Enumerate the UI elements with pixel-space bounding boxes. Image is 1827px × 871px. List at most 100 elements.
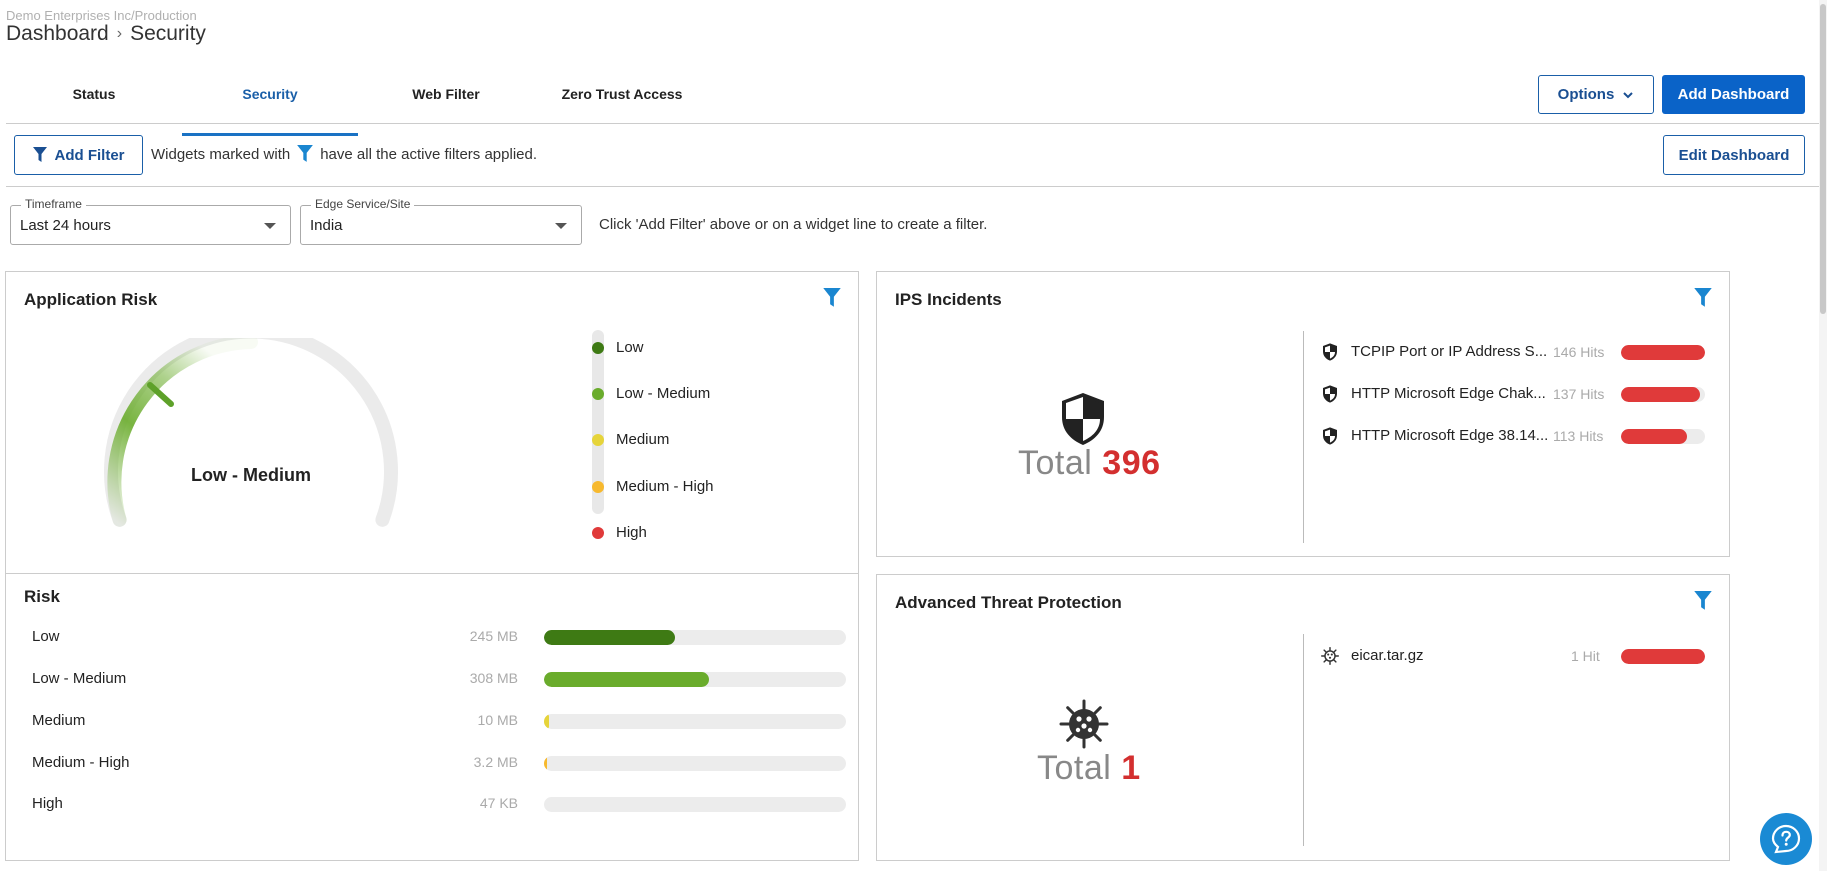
edit-dashboard-button[interactable]: Edit Dashboard — [1663, 135, 1805, 175]
page-scrollbar[interactable] — [1819, 0, 1827, 871]
legend-label: Low — [616, 339, 644, 356]
caret-down-icon — [555, 223, 567, 229]
risk-row[interactable]: Low 245 MB — [32, 627, 846, 647]
legend-item-low-medium: Low - Medium — [592, 385, 710, 402]
org-path: Demo Enterprises Inc/Production — [6, 8, 197, 23]
incident-row[interactable]: HTTP Microsoft Edge Chak... 137 Hits — [1321, 384, 1705, 404]
risk-row[interactable]: High 47 KB — [32, 794, 846, 814]
risk-size: 10 MB — [477, 712, 518, 728]
widget-title: IPS Incidents — [895, 290, 1002, 309]
incident-row[interactable]: TCPIP Port or IP Address S... 146 Hits — [1321, 342, 1705, 362]
legend-item-low: Low — [592, 339, 644, 356]
filter-divider — [6, 186, 1821, 187]
options-button[interactable]: Options — [1538, 75, 1654, 114]
legend-dot — [592, 341, 604, 354]
tab-security[interactable]: Security — [182, 76, 358, 136]
gauge-track — [104, 338, 398, 527]
legend-dot — [592, 387, 604, 400]
risk-size: 308 MB — [469, 670, 518, 686]
filter-note-after: have all the active filters applied. — [320, 145, 538, 163]
total-value: 1 — [1121, 749, 1141, 787]
hits-bar-track — [1621, 345, 1705, 360]
virus-icon — [1059, 699, 1109, 749]
breadcrumb-separator: › — [116, 25, 123, 42]
risk-size: 245 MB — [469, 628, 518, 644]
legend-label: Medium - High — [616, 478, 714, 495]
funnel-icon[interactable] — [822, 288, 842, 308]
legend-item-high: High — [592, 524, 647, 541]
risk-bar-fill — [544, 756, 548, 771]
total-label: Total — [1037, 749, 1112, 787]
risk-bar-fill — [544, 630, 676, 645]
breadcrumb: Dashboard › Security — [6, 22, 206, 46]
legend-item-medium: Medium — [592, 431, 669, 448]
threat-row[interactable]: eicar.tar.gz 1 Hit — [1321, 646, 1705, 666]
risk-row[interactable]: Low - Medium 308 MB — [32, 669, 846, 689]
risk-name: Medium — [32, 712, 86, 729]
funnel-icon[interactable] — [1693, 288, 1713, 308]
shield-icon — [1323, 427, 1337, 445]
site-select[interactable]: Edge Service/Site India — [300, 197, 582, 245]
hits-bar-fill — [1621, 429, 1687, 444]
scrollbar-thumb[interactable] — [1820, 4, 1826, 314]
risk-widget: Risk Low 245 MB Low - Medium 308 MB Medium… — [5, 573, 859, 861]
hits-bar-fill — [1621, 649, 1705, 664]
filter-note: Widgets marked with have all the active … — [151, 145, 537, 163]
risk-name: Low — [32, 628, 60, 645]
timeframe-value: Last 24 hours — [20, 217, 111, 234]
gauge-value: Low - Medium — [191, 465, 311, 485]
funnel-icon — [297, 145, 314, 162]
incident-hits: 146 Hits — [1553, 344, 1605, 360]
tab-zero-trust-access[interactable]: Zero Trust Access — [534, 76, 710, 124]
advanced-threat-protection-widget: Advanced Threat Protection Total 1 eicar… — [876, 574, 1730, 861]
hits-bar-fill — [1621, 387, 1700, 402]
filter-hint: Click 'Add Filter' above or on a widget … — [599, 216, 988, 233]
risk-bar-fill — [544, 714, 550, 729]
hits-bar-track — [1621, 387, 1705, 402]
help-button[interactable] — [1760, 813, 1812, 865]
filter-note-before: Widgets marked with — [151, 145, 291, 163]
risk-row[interactable]: Medium 10 MB — [32, 711, 846, 731]
incident-hits: 113 Hits — [1553, 428, 1604, 444]
caret-down-icon — [264, 223, 276, 229]
risk-name: Low - Medium — [32, 670, 127, 687]
risk-name: Medium - High — [32, 754, 130, 771]
ips-incidents-widget: IPS Incidents Total 396 TCPIP Port or IP… — [876, 271, 1730, 557]
tab-status[interactable]: Status — [6, 76, 182, 124]
incident-name: HTTP Microsoft Edge 38.14... — [1351, 427, 1549, 444]
add-dashboard-button[interactable]: Add Dashboard — [1662, 75, 1805, 114]
funnel-icon[interactable] — [1693, 591, 1713, 611]
vertical-divider — [1303, 634, 1304, 846]
risk-size: 47 KB — [479, 795, 518, 811]
help-icon — [1771, 824, 1801, 854]
risk-bar-track — [544, 756, 846, 771]
widget-title: Application Risk — [24, 290, 158, 309]
hits-bar-track — [1621, 429, 1705, 444]
add-filter-button[interactable]: Add Filter — [14, 135, 143, 175]
total-value: 396 — [1102, 444, 1161, 482]
risk-bar-track — [544, 630, 846, 645]
breadcrumb-current: Security — [130, 22, 206, 45]
legend-label: Low - Medium — [616, 385, 711, 402]
hits-bar-fill — [1621, 345, 1705, 360]
risk-bar-track — [544, 672, 846, 687]
risk-name: High — [32, 795, 63, 812]
incident-name: HTTP Microsoft Edge Chak... — [1351, 385, 1546, 402]
tab-web-filter[interactable]: Web Filter — [358, 76, 534, 124]
legend-dot — [592, 526, 604, 539]
legend-dot — [592, 480, 604, 493]
legend-dot — [592, 433, 604, 446]
virus-icon — [1321, 647, 1339, 665]
legend-label: Medium — [616, 431, 670, 448]
incident-row[interactable]: HTTP Microsoft Edge 38.14... 113 Hits — [1321, 426, 1705, 446]
timeframe-label: Timeframe — [21, 197, 86, 211]
incident-name: TCPIP Port or IP Address S... — [1351, 343, 1548, 360]
site-label: Edge Service/Site — [311, 197, 415, 211]
breadcrumb-root[interactable]: Dashboard — [6, 22, 109, 46]
threat-name: eicar.tar.gz — [1351, 647, 1424, 664]
risk-gauge: Low - Medium — [104, 338, 398, 527]
risk-row[interactable]: Medium - High 3.2 MB — [32, 753, 846, 773]
hits-bar-track — [1621, 649, 1705, 664]
legend-item-medium-high: Medium - High — [592, 478, 714, 495]
timeframe-select[interactable]: Timeframe Last 24 hours — [10, 197, 291, 245]
